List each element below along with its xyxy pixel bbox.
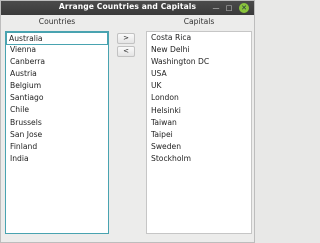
list-item[interactable]: Canberra bbox=[6, 56, 108, 68]
maximize-icon[interactable]: □ bbox=[224, 3, 234, 13]
list-item[interactable]: Australia bbox=[6, 32, 108, 45]
list-item[interactable]: Santiago bbox=[6, 92, 108, 104]
list-item[interactable]: India bbox=[6, 153, 108, 165]
move-left-button[interactable]: < bbox=[117, 46, 135, 57]
list-item[interactable]: San Jose bbox=[6, 129, 108, 141]
list-item[interactable]: London bbox=[147, 92, 251, 104]
list-item[interactable]: Helsinki bbox=[147, 105, 251, 117]
list-item[interactable]: Chile bbox=[6, 104, 108, 116]
countries-list[interactable]: Australia Vienna Canberra Austria Belgiu… bbox=[5, 31, 109, 234]
list-item[interactable]: Costa Rica bbox=[147, 32, 251, 44]
countries-header: Countries bbox=[38, 17, 76, 26]
list-item[interactable]: Taipei bbox=[147, 129, 251, 141]
list-item[interactable]: Sweden bbox=[147, 141, 251, 153]
capitals-list[interactable]: Costa Rica New Delhi Washington DC USA U… bbox=[146, 31, 252, 234]
list-item[interactable]: Taiwan bbox=[147, 117, 251, 129]
list-item[interactable]: USA bbox=[147, 68, 251, 80]
app-window: Arrange Countries and Capitals — □ ✕ Cou… bbox=[0, 0, 255, 243]
list-item[interactable]: Finland bbox=[6, 141, 108, 153]
move-right-button[interactable]: > bbox=[117, 33, 135, 44]
list-item[interactable]: Washington DC bbox=[147, 56, 251, 68]
list-item[interactable]: New Delhi bbox=[147, 44, 251, 56]
capitals-header: Capitals bbox=[183, 17, 215, 26]
list-item[interactable]: Austria bbox=[6, 68, 108, 80]
list-item[interactable]: UK bbox=[147, 80, 251, 92]
list-item[interactable]: Brussels bbox=[6, 117, 108, 129]
list-item[interactable]: Vienna bbox=[6, 44, 108, 56]
list-item[interactable]: Belgium bbox=[6, 80, 108, 92]
close-icon[interactable]: ✕ bbox=[239, 3, 249, 13]
title-bar[interactable]: Arrange Countries and Capitals — □ ✕ bbox=[1, 1, 254, 15]
list-item[interactable]: Stockholm bbox=[147, 153, 251, 165]
minimize-icon[interactable]: — bbox=[211, 3, 221, 13]
